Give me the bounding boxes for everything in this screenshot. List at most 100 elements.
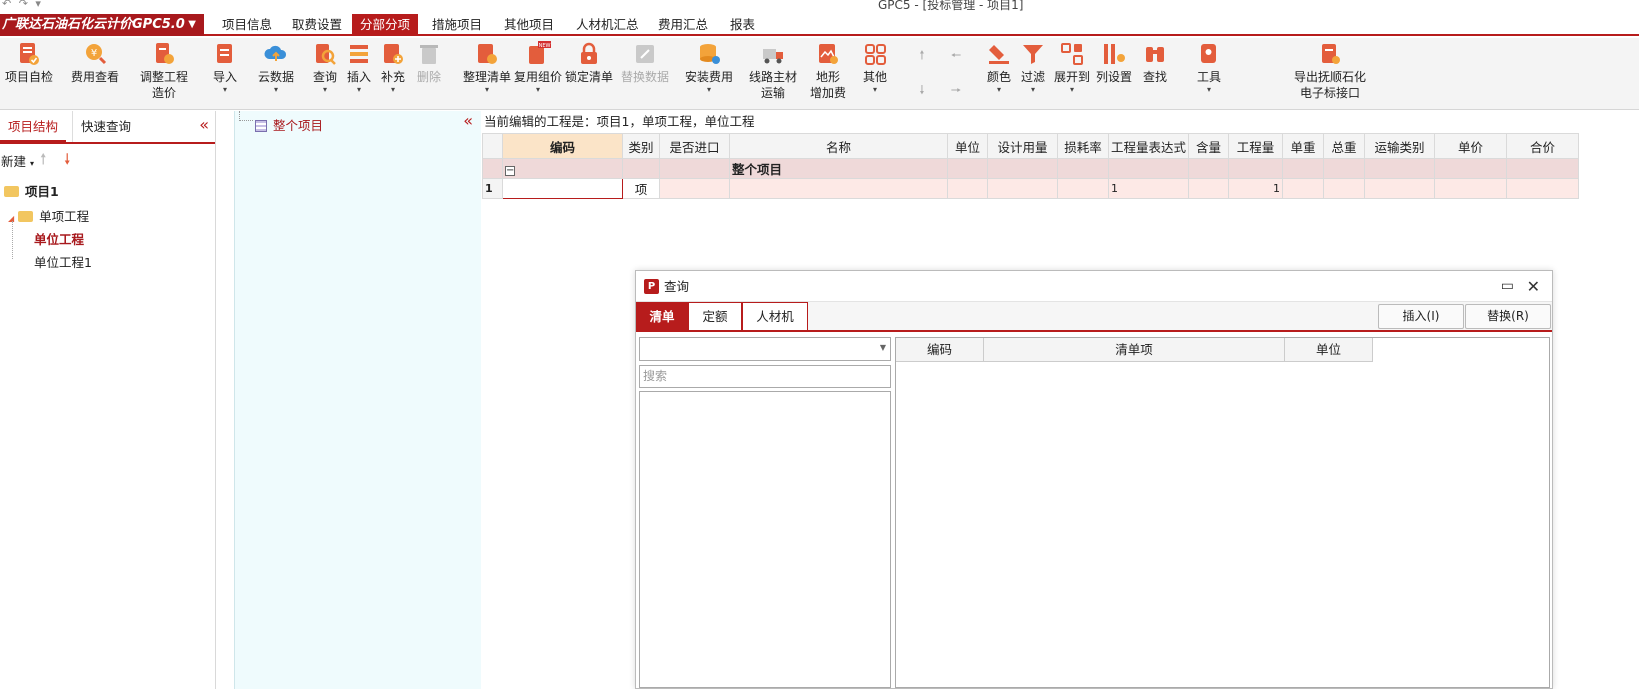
import-button[interactable]: 导入 ▾	[210, 41, 240, 95]
cell-content[interactable]	[1188, 178, 1230, 199]
other-button[interactable]: 其他 ▾	[858, 41, 892, 95]
tools-button[interactable]: 工具 ▾	[1192, 41, 1226, 95]
expand-to-button[interactable]: 展开到 ▾	[1052, 41, 1092, 95]
quick-access-toolbar[interactable]: ↶ ↷ ▾	[2, 0, 43, 10]
terrain-fee-label-2: 增加费	[809, 86, 846, 100]
insert-button[interactable]: 插入(I)	[1378, 304, 1464, 329]
color-button[interactable]: 颜色 ▾	[984, 41, 1014, 95]
lock-list-button[interactable]: 锁定清单	[564, 41, 614, 85]
insert-button[interactable]: 插入 ▾	[344, 41, 374, 95]
move-left-button[interactable]: 🠔 🠖	[946, 46, 966, 102]
find-button[interactable]: 查找	[1140, 41, 1170, 85]
cell-name[interactable]	[729, 178, 948, 199]
replace-button[interactable]: 替换(R)	[1465, 304, 1551, 329]
tree-node-unit-1[interactable]: 单位工程1	[34, 252, 92, 271]
tab-bill-list[interactable]: 清单	[636, 302, 688, 330]
header-design-qty[interactable]: 设计用量	[987, 133, 1058, 159]
menu-other-items[interactable]: 其他项目	[496, 14, 562, 36]
result-list[interactable]: 编码 清单项 单位	[895, 337, 1550, 688]
cell-total-price[interactable]	[1506, 178, 1580, 199]
arrow-down-icon[interactable]: 🠗	[64, 149, 70, 174]
header-unit[interactable]: 单位	[947, 133, 988, 159]
header-content[interactable]: 含量	[1188, 133, 1230, 159]
menu-project-info[interactable]: 项目信息	[214, 14, 280, 36]
adjust-cost-button[interactable]: 调整工程 造价	[136, 41, 192, 101]
export-fushun-button[interactable]: 导出抚顺石化 电子标接口	[1290, 41, 1370, 101]
dialog-title-bar[interactable]: P 查询 ▭ ✕	[636, 271, 1552, 302]
header-qty-expression[interactable]: 工程量表达式	[1107, 133, 1190, 159]
header-name[interactable]: 名称	[729, 133, 948, 159]
query-button[interactable]: 查询 ▾	[310, 41, 340, 95]
cell-unit-weight[interactable]	[1282, 178, 1325, 199]
library-select[interactable]: ▼	[639, 337, 891, 361]
brand-menu[interactable]: 广联达石油石化云计价GPC5.0 ▼	[0, 14, 204, 36]
menu-labor-material-summary[interactable]: 人材机汇总	[568, 14, 647, 36]
column-settings-icon	[1104, 44, 1125, 64]
tab-project-structure[interactable]: 项目结构	[0, 111, 67, 142]
chapter-tree-list[interactable]	[639, 391, 891, 688]
project-check-button[interactable]: 项目自检	[4, 41, 54, 85]
menu-sub-items[interactable]: 分部分项	[352, 14, 419, 36]
header-type[interactable]: 类别	[622, 133, 660, 159]
move-up-button[interactable]: 🠕 🠗	[912, 46, 932, 102]
header-quantity[interactable]: 工程量	[1228, 133, 1284, 159]
cell-unit-price[interactable]	[1434, 178, 1508, 199]
tab-labor-material[interactable]: 人材机	[742, 302, 808, 330]
result-header-code[interactable]: 编码	[896, 338, 984, 362]
result-header-unit[interactable]: 单位	[1285, 338, 1373, 362]
organize-list-icon	[478, 44, 497, 64]
supplement-button[interactable]: 补充 ▾	[378, 41, 408, 95]
cell-unit[interactable]	[947, 178, 988, 199]
cell-design-qty[interactable]	[987, 178, 1058, 199]
result-header-bill-item[interactable]: 清单项	[984, 338, 1285, 362]
arrow-up-icon[interactable]: 🠕	[40, 149, 46, 174]
cell-type[interactable]: 项	[622, 178, 660, 199]
search-input[interactable]: 搜索	[639, 365, 891, 388]
terrain-fee-button[interactable]: 地形 增加费	[806, 41, 850, 101]
header-loss-rate[interactable]: 损耗率	[1057, 133, 1109, 159]
tree-node-whole-project[interactable]: 整个项目	[255, 115, 323, 134]
collapse-left-icon[interactable]: «	[199, 115, 209, 134]
header-total-weight[interactable]: 总重	[1323, 133, 1366, 159]
header-total-price[interactable]: 合价	[1506, 133, 1580, 159]
tree-node-project[interactable]: 项目1	[4, 181, 59, 200]
table-row[interactable]: 1 项 1 1	[482, 178, 1580, 199]
install-cost-button[interactable]: 安装费用 ▾	[684, 41, 734, 95]
organize-list-button[interactable]: 整理清单 ▾	[462, 41, 512, 95]
tab-quick-query[interactable]: 快速查询	[72, 111, 154, 142]
menu-reports[interactable]: 报表	[722, 14, 763, 36]
line-material-transport-button[interactable]: 线路主材 运输	[748, 41, 798, 101]
new-dropdown[interactable]: 新建 ▾	[1, 151, 34, 170]
cost-view-button[interactable]: ¥ 费用查看	[70, 41, 120, 85]
tree-node-unit-selected[interactable]: 单位工程	[34, 229, 84, 248]
cell-qty[interactable]: 1	[1228, 178, 1284, 199]
collapse-toggle-icon[interactable]: −	[505, 166, 515, 176]
cell-imported[interactable]	[659, 178, 730, 199]
cell-loss-rate[interactable]	[1057, 178, 1109, 199]
column-settings-button[interactable]: 列设置	[1094, 41, 1134, 85]
header-imported[interactable]: 是否进口	[659, 133, 730, 159]
header-unit-weight[interactable]: 单重	[1282, 133, 1325, 159]
header-transport-type[interactable]: 运输类别	[1364, 133, 1436, 159]
menu-cost-summary[interactable]: 费用汇总	[650, 14, 716, 36]
code-input-cell[interactable]	[502, 178, 623, 199]
svg-text:NEW: NEW	[539, 43, 551, 49]
close-icon[interactable]: ✕	[1527, 271, 1540, 302]
menu-measures[interactable]: 措施项目	[424, 14, 490, 36]
reuse-pricing-button[interactable]: NEW 复用组价 ▾	[513, 41, 563, 95]
filter-button[interactable]: 过滤 ▾	[1018, 41, 1048, 95]
delete-button[interactable]: 删除	[414, 41, 444, 85]
cell-total-weight[interactable]	[1323, 178, 1366, 199]
replace-data-button[interactable]: 替换数据	[620, 41, 670, 85]
maximize-icon[interactable]: ▭	[1501, 271, 1514, 302]
tab-quota[interactable]: 定额	[688, 302, 742, 330]
cell-transport[interactable]	[1364, 178, 1436, 199]
header-unit-price[interactable]: 单价	[1434, 133, 1508, 159]
menu-fee-settings[interactable]: 取费设置	[284, 14, 350, 36]
header-code[interactable]: 编码	[502, 133, 623, 159]
cell-expr[interactable]: 1	[1107, 178, 1190, 199]
cloud-data-button[interactable]: 云数据 ▾	[256, 41, 296, 95]
table-row[interactable]: − 整个项目	[482, 158, 1580, 179]
tree-node-single-item[interactable]: ◢ 单项工程	[8, 206, 89, 225]
collapse-mid-icon[interactable]: «	[463, 111, 473, 130]
